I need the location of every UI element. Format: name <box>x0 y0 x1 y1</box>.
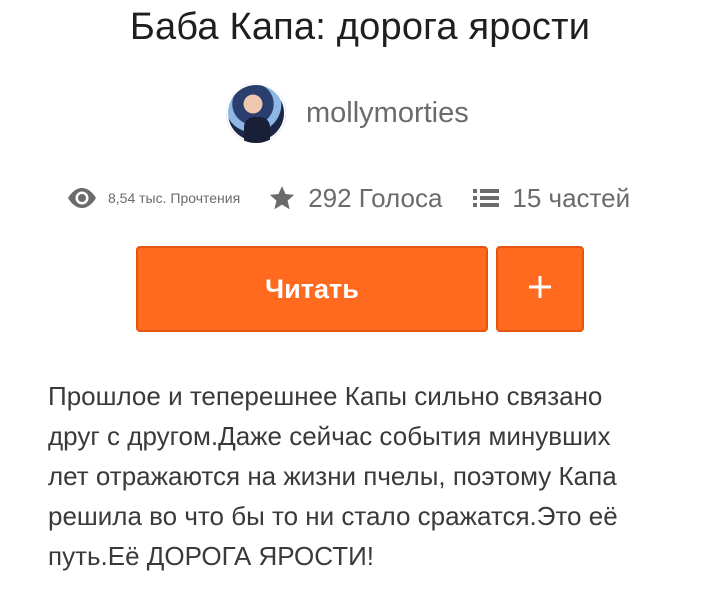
story-description: Прошлое и теперешнее Капы сильно связано… <box>48 376 688 576</box>
parts-count: 15 частей <box>512 182 631 213</box>
read-button-label: Читать <box>265 273 359 304</box>
description-line: решила во что бы то ни стало сражатся.Эт… <box>48 501 618 531</box>
reads-count: 8,54 тыс. Прочтения <box>108 190 241 206</box>
parts-stat: 15 частей <box>472 183 630 214</box>
eye-icon <box>66 187 98 209</box>
reads-stat: 8,54 тыс. Прочтения <box>66 187 240 209</box>
story-title: Баба Капа: дорога ярости <box>129 6 591 48</box>
votes-count: 292 Голоса <box>308 182 443 213</box>
author-row[interactable]: mollymorties <box>226 80 469 146</box>
star-icon <box>268 184 296 212</box>
votes-stat: 292 Голоса <box>268 183 442 214</box>
description-line: лет отражаются на жизни пчелы, поэтому К… <box>48 461 617 491</box>
description-line: Прошлое и теперешнее Капы сильно связано <box>48 381 603 411</box>
description-line: друг с другом.Даже сейчас события минувш… <box>48 421 611 451</box>
list-icon <box>472 186 500 210</box>
plus-icon <box>527 274 553 305</box>
author-avatar[interactable] <box>226 83 286 143</box>
description-line: путь.Её ДОРОГА ЯРОСТИ! <box>48 541 374 571</box>
add-to-library-button[interactable] <box>496 246 584 332</box>
read-button[interactable]: Читать <box>136 246 488 332</box>
story-stats: 8,54 тыс. Прочтения 292 Голоса 15 частей <box>66 180 630 216</box>
author-name[interactable]: mollymorties <box>306 97 469 130</box>
